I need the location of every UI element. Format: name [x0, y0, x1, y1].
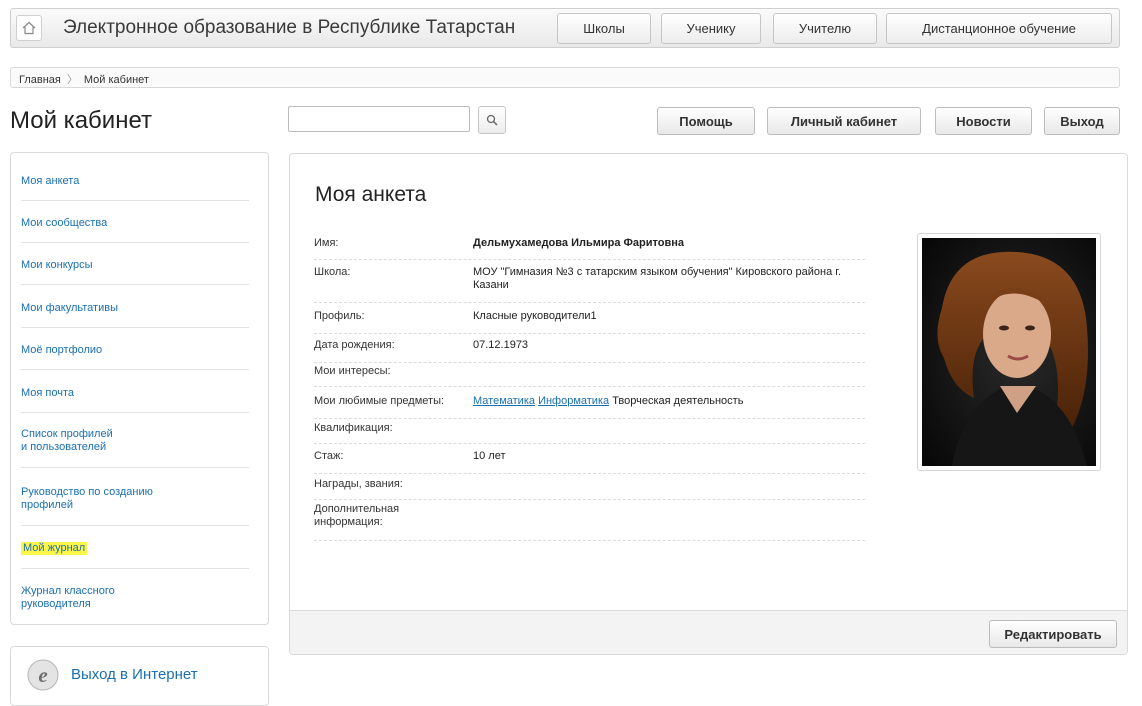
internet-explorer-icon: e — [27, 659, 59, 691]
row-label: Мои любимые предметы: — [314, 395, 445, 407]
profile-row-qualification: Квалификация: — [314, 422, 865, 444]
row-value: МОУ "Гимназия №3 с татарским языком обуч… — [473, 266, 842, 291]
profile-row-birth-date: Дата рождения: 07.12.1973 — [314, 339, 865, 363]
profile-row-experience: Стаж: 10 лет — [314, 450, 865, 474]
profile-row-interests: Мои интересы: — [314, 365, 865, 387]
subject-link-math[interactable]: Математика — [473, 395, 535, 407]
internet-exit-box[interactable]: e Выход в Интернет — [10, 646, 269, 706]
row-label: Школа: — [314, 266, 351, 278]
nav-teacher[interactable]: Учителю — [773, 13, 877, 44]
breadcrumb: Главная 〉 Мой кабинет — [10, 67, 1120, 88]
breadcrumb-home[interactable]: Главная — [19, 74, 61, 86]
row-label: Квалификация: — [314, 422, 393, 434]
portrait-photo — [922, 238, 1096, 466]
subject-text: Творческая деятельность — [612, 395, 744, 407]
top-header: Электронное образование в Республике Тат… — [10, 8, 1120, 48]
sidebar-item-profiles-list[interactable]: Список профилей и пользователей — [21, 428, 249, 468]
sidebar-item-class-teacher-journal[interactable]: Журнал классного руководителя — [21, 585, 249, 623]
row-value: Дельмухамедова Ильмира Фаритовна — [473, 237, 684, 249]
row-label: Имя: — [314, 237, 339, 249]
search-button[interactable] — [478, 106, 506, 134]
profile-row-profile: Профиль: Класные руководители1 — [314, 310, 865, 334]
home-button[interactable] — [16, 15, 42, 41]
row-value: 07.12.1973 — [473, 339, 529, 351]
internet-exit-link[interactable]: Выход в Интернет — [71, 666, 198, 683]
home-icon — [22, 21, 36, 35]
row-label: Награды, звания: — [314, 478, 403, 490]
row-value: 10 лет — [473, 450, 506, 462]
profile-panel: Моя анкета Имя: Дельмухамедова Ильмира Ф… — [289, 153, 1128, 655]
sidebar-item-profile-guide[interactable]: Руководство по созданию профилей — [21, 486, 249, 526]
row-label: Мои интересы: — [314, 365, 391, 377]
nav-distance-learning[interactable]: Дистанционное обучение — [886, 13, 1112, 44]
profile-row-name: Имя: Дельмухамедова Ильмира Фаритовна — [314, 237, 865, 260]
row-value: Математика Информатика Творческая деятел… — [473, 395, 868, 408]
row-label: Дополнительная информация: — [314, 503, 400, 528]
panel-footer: Редактировать — [290, 610, 1127, 654]
profile-photo — [917, 233, 1101, 471]
breadcrumb-current: Мой кабинет — [83, 74, 149, 86]
page-title: Мой кабинет — [10, 107, 153, 134]
svg-text:e: e — [38, 663, 47, 687]
profile-row-awards: Награды, звания: — [314, 478, 865, 500]
sidebar-item-my-contests[interactable]: Мои конкурсы — [21, 259, 249, 285]
logout-button[interactable]: Выход — [1044, 107, 1120, 135]
sidebar-item-my-electives[interactable]: Мои факультативы — [21, 302, 249, 328]
edit-button[interactable]: Редактировать — [989, 620, 1117, 648]
search-input[interactable] — [288, 106, 470, 132]
help-button[interactable]: Помощь — [657, 107, 755, 135]
row-label: Стаж: — [314, 450, 344, 462]
profile-row-additional-info: Дополнительная информация: — [314, 503, 865, 541]
news-button[interactable]: Новости — [935, 107, 1032, 135]
sidebar-item-my-journal[interactable]: Мой журнал — [21, 542, 249, 569]
row-label: Профиль: — [314, 310, 365, 322]
subject-link-informatics[interactable]: Информатика — [538, 395, 609, 407]
sidebar-item-my-profile[interactable]: Моя анкета — [21, 175, 249, 201]
search-icon — [486, 114, 498, 126]
site-title[interactable]: Электронное образование в Республике Тат… — [63, 17, 515, 39]
sidebar-item-my-portfolio[interactable]: Моё портфолио — [21, 344, 249, 370]
nav-student[interactable]: Ученику — [661, 13, 761, 44]
breadcrumb-separator: 〉 — [66, 74, 78, 86]
sidebar: Моя анкета Мои сообщества Мои конкурсы М… — [10, 152, 269, 625]
sidebar-item-my-mail[interactable]: Моя почта — [21, 387, 249, 413]
row-label: Дата рождения: — [314, 339, 395, 351]
section-title: Моя анкета — [315, 183, 427, 206]
profile-row-school: Школа: МОУ "Гимназия №3 с татарским язык… — [314, 266, 865, 303]
nav-schools[interactable]: Школы — [557, 13, 651, 44]
sidebar-item-my-communities[interactable]: Мои сообщества — [21, 217, 249, 243]
row-value: Класные руководители1 — [473, 310, 597, 322]
personal-cabinet-button[interactable]: Личный кабинет — [767, 107, 921, 135]
profile-row-favorite-subjects: Мои любимые предметы: Математика Информа… — [314, 395, 865, 419]
